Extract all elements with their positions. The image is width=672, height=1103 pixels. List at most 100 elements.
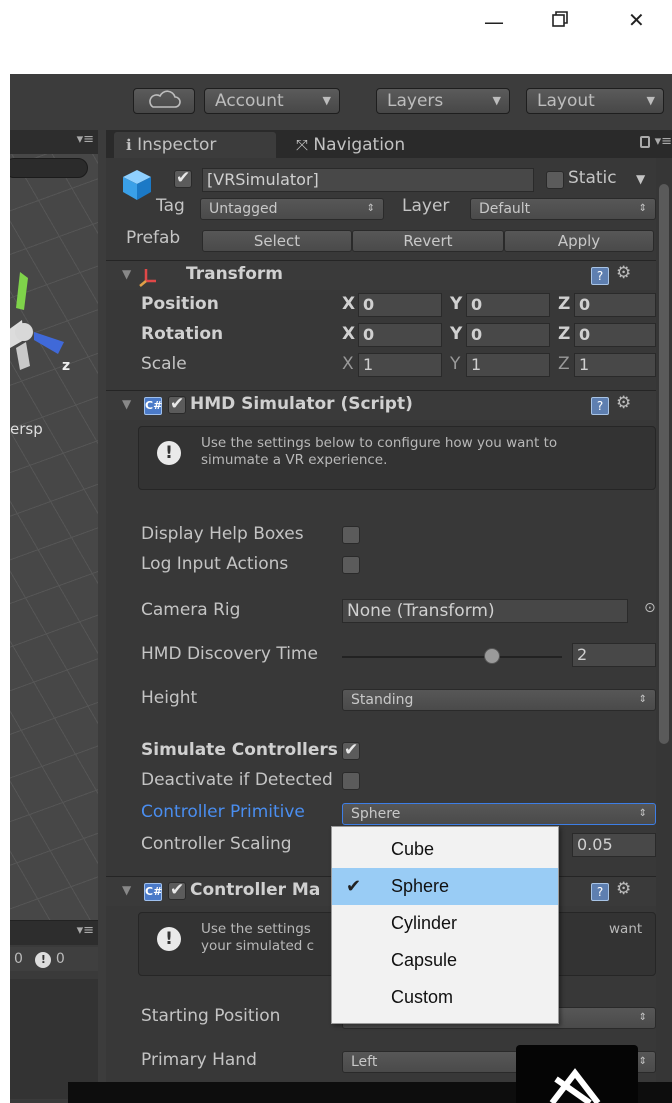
console-count[interactable]: 0 (14, 951, 23, 967)
scene-header: ▾≡ (10, 130, 98, 154)
lock-icon[interactable] (640, 136, 650, 148)
scale-label: Scale (141, 354, 187, 374)
layer-dropdown[interactable]: Default ⇕ (470, 198, 656, 220)
foldout-arrow-icon[interactable]: ▼ (122, 883, 131, 897)
hmd-discovery-row: HMD Discovery Time 2 (106, 642, 656, 670)
log-input-checkbox[interactable] (342, 556, 360, 574)
scene-view[interactable]: ▾≡ z ersp (10, 130, 98, 920)
rotation-z-field[interactable]: 0 (574, 323, 656, 347)
x-label[interactable]: X (342, 324, 355, 344)
controller-primitive-dropdown[interactable]: Sphere ⇕ (342, 803, 656, 825)
y-label[interactable]: Y (450, 324, 462, 344)
maximize-icon[interactable] (551, 9, 569, 33)
y-label[interactable]: Y (450, 354, 460, 374)
simulate-controllers-checkbox[interactable] (342, 740, 360, 760)
deactivate-checkbox[interactable] (342, 772, 360, 790)
controller-scaling-field[interactable]: 0.05 (572, 833, 656, 857)
tab-navigation[interactable]: ⤧ Navigation (284, 132, 444, 158)
help-icon[interactable]: ? (591, 883, 609, 901)
layout-button[interactable]: Layout ▼ (526, 88, 664, 114)
panel-menu-icon[interactable]: ▾≡ (77, 132, 94, 147)
gear-icon[interactable]: ⚙ (616, 879, 631, 899)
help-icon[interactable]: ? (591, 267, 609, 285)
scale-z-field[interactable]: 1 (574, 353, 656, 377)
minimize-icon[interactable]: — (484, 10, 504, 34)
panel-menu-icon[interactable]: ▾≡ (77, 923, 94, 938)
x-label[interactable]: X (342, 354, 354, 374)
tab-inspector[interactable]: ℹ Inspector (114, 132, 276, 158)
menu-item-label: Cube (391, 839, 435, 859)
controller-primitive-value: Sphere (351, 806, 401, 822)
static-checkbox[interactable] (546, 171, 564, 189)
navigation-icon: ⤧ (296, 136, 309, 154)
prefab-apply-button[interactable]: Apply (504, 230, 654, 252)
account-button[interactable]: Account ▼ (204, 88, 340, 114)
position-y-field[interactable]: 0 (466, 293, 550, 317)
position-x-field[interactable]: 0 (358, 293, 442, 317)
tag-dropdown[interactable]: Untagged ⇕ (200, 198, 384, 220)
hmd-enabled-checkbox[interactable] (168, 394, 186, 414)
error-count-badge[interactable]: ! 0 (35, 951, 65, 968)
x-label[interactable]: X (342, 294, 355, 314)
z-label[interactable]: Z (558, 294, 570, 314)
rotation-x-field[interactable]: 0 (358, 323, 442, 347)
axis-z-label: z (62, 358, 71, 374)
static-label[interactable]: Static (568, 168, 617, 188)
z-label[interactable]: Z (558, 324, 570, 344)
cloud-button[interactable] (133, 88, 195, 114)
error-icon: ! (35, 952, 52, 968)
height-value: Standing (351, 692, 414, 708)
error-count: 0 (55, 951, 65, 967)
updown-icon: ⇕ (638, 1056, 647, 1067)
log-input-label: Log Input Actions (141, 554, 289, 574)
panel-menu-icon[interactable]: ▾≡ (655, 134, 672, 149)
scale-y-field[interactable]: 1 (466, 353, 550, 377)
menu-item-capsule[interactable]: Capsule (332, 942, 558, 979)
menu-item-label: Sphere (391, 876, 450, 896)
hmd-simulator-header[interactable]: ▼ C# HMD Simulator (Script) ? ⚙ (106, 390, 656, 420)
console-header: ▾≡ (10, 921, 98, 945)
scale-x-field[interactable]: 1 (358, 353, 442, 377)
gear-icon[interactable]: ⚙ (616, 393, 631, 413)
scene-gizmo-icon[interactable] (10, 270, 84, 380)
height-dropdown[interactable]: Standing ⇕ (342, 689, 656, 711)
transform-header[interactable]: ▼ Transform ? ⚙ (106, 260, 656, 290)
hmd-help-line2: simumate a VR experience. (201, 452, 388, 468)
position-z-field[interactable]: 0 (574, 293, 656, 317)
controller-manager-enabled-checkbox[interactable] (168, 880, 186, 900)
prefab-revert-button[interactable]: Revert (352, 230, 504, 252)
hmd-discovery-slider-thumb[interactable] (483, 648, 500, 664)
menu-item-cube[interactable]: Cube (332, 831, 558, 868)
prefab-select-button[interactable]: Select (202, 230, 352, 252)
hmd-discovery-slider-track[interactable] (342, 656, 562, 658)
log-input-row: Log Input Actions (106, 554, 656, 580)
menu-item-custom[interactable]: Custom (332, 979, 558, 1016)
active-checkbox[interactable] (174, 168, 192, 188)
close-icon[interactable]: ✕ (628, 8, 645, 32)
foldout-arrow-icon[interactable]: ▼ (122, 397, 131, 411)
object-name-field[interactable]: [VRSimulator] (202, 168, 534, 192)
overlay-button[interactable] (516, 1045, 638, 1103)
menu-item-sphere[interactable]: ✔ Sphere (332, 868, 558, 905)
hmd-discovery-field[interactable]: 2 (572, 643, 656, 667)
chevron-down-icon[interactable]: ▼ (636, 172, 645, 186)
inspector-scrollbar[interactable] (656, 158, 672, 1103)
z-label[interactable]: Z (558, 354, 570, 374)
display-help-checkbox[interactable] (342, 526, 360, 544)
foldout-arrow-icon[interactable]: ▼ (122, 267, 131, 281)
scrollbar-thumb[interactable] (659, 184, 669, 744)
menu-item-cylinder[interactable]: Cylinder (332, 905, 558, 942)
gear-icon[interactable]: ⚙ (616, 263, 631, 283)
camera-rig-field[interactable]: None (Transform) (342, 599, 628, 623)
perspective-label[interactable]: ersp (10, 420, 43, 438)
scene-search-input[interactable] (10, 158, 88, 178)
y-label[interactable]: Y (450, 294, 462, 314)
layers-button[interactable]: Layers ▼ (376, 88, 510, 114)
camera-rig-row: Camera Rig None (Transform) ⊙ (106, 598, 656, 626)
prefab-select-label: Select (253, 232, 301, 250)
object-picker-icon[interactable]: ⊙ (644, 600, 656, 616)
rotation-y-field[interactable]: 0 (466, 323, 550, 347)
help-icon[interactable]: ? (591, 397, 609, 415)
script-icon: C# (144, 883, 162, 901)
chevron-down-icon: ▼ (322, 94, 331, 107)
